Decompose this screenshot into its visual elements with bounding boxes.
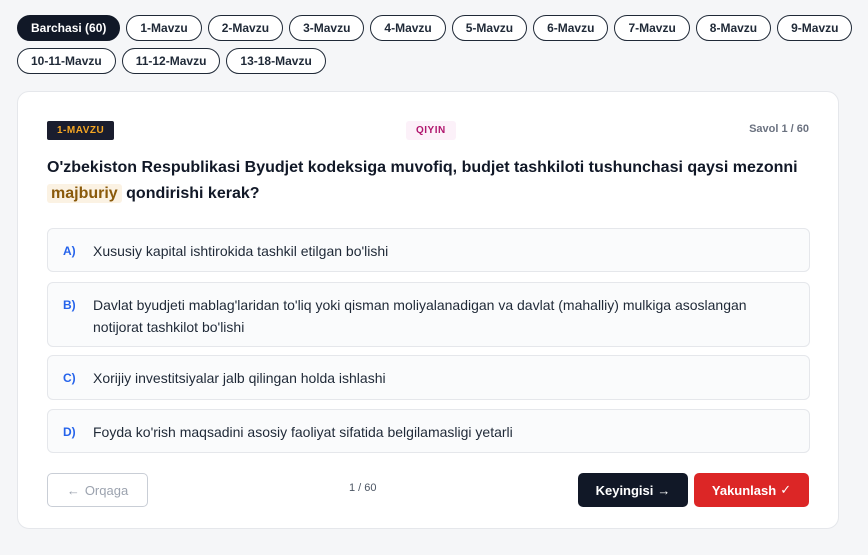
finish-button-label: Yakunlash [711,482,777,498]
filter-chip-mavzu-13-18[interactable]: 13-18-Mavzu [226,48,326,74]
filter-chip-mavzu-5[interactable]: 5-Mavzu [451,15,528,41]
question-highlight: majburiy [47,184,122,203]
next-button[interactable]: Keyingisi → [578,473,688,507]
finish-button[interactable]: Yakunlash ✓ [694,473,809,507]
option-text: Xususiy kapital ishtirokida tashkil etil… [93,243,389,259]
filter-chip-mavzu-8[interactable]: 8-Mavzu [695,15,772,41]
back-button[interactable]: ← Orqaga [47,473,148,507]
filter-chip-mavzu-9[interactable]: 9-Mavzu [777,15,853,41]
filter-chip-mavzu-1[interactable]: 1-Mavzu [126,15,202,41]
option-letter: B) [63,298,76,312]
difficulty-badge: QIYIN [406,121,456,140]
back-button-label: Orqaga [84,482,129,498]
filter-chip-mavzu-10-11[interactable]: 10-11-Mavzu [17,48,116,74]
question-text-start: O'zbekiston Respublikasi Byudjet kodeksi… [47,159,798,176]
topic-filter-bar: Barchasi (60) 1-Mavzu 2-Mavzu 3-Mavzu 4-… [17,15,857,74]
topic-badge: 1-MAVZU [47,121,115,140]
answer-option-a[interactable]: A) Xususiy kapital ishtirokida tashkil e… [47,228,810,272]
filter-chip-all[interactable]: Barchasi (60) [17,15,121,41]
answer-option-d[interactable]: D) Foyda ko'rish maqsadini asosiy faoliy… [47,409,810,453]
arrow-right-icon: → [657,482,671,498]
question-card: 1-MAVZU QIYIN Savol 1 / 60 O'zbekiston R… [17,91,839,529]
filter-chip-mavzu-11-12[interactable]: 11-12-Mavzu [121,48,221,74]
filter-chip-mavzu-4[interactable]: 4-Mavzu [370,15,446,41]
next-button-label: Keyingisi [595,482,654,498]
option-letter: D) [63,425,76,439]
question-text-end: qondirishi kerak? [126,185,260,202]
option-letter: C) [63,371,76,385]
filter-chip-mavzu-7[interactable]: 7-Mavzu [614,15,690,41]
filter-chip-mavzu-2[interactable]: 2-Mavzu [207,15,284,41]
page-indicator: 1 / 60 [349,482,377,494]
question-counter: Savol 1 / 60 [749,123,809,135]
option-text: Foyda ko'rish maqsadini asosiy faoliyat … [93,424,513,440]
question-text: O'zbekiston Respublikasi Byudjet kodeksi… [47,155,817,207]
checkmark-icon: ✓ [780,482,792,497]
arrow-left-icon: ← [66,482,80,498]
option-text: Davlat byudjeti mablag'laridan to'liq yo… [93,297,747,335]
answer-option-b[interactable]: B) Davlat byudjeti mablag'laridan to'liq… [47,282,810,347]
option-letter: A) [63,244,76,258]
option-text: Xorijiy investitsiyalar jalb qilingan ho… [93,370,386,386]
answer-option-c[interactable]: C) Xorijiy investitsiyalar jalb qilingan… [47,355,810,400]
filter-chip-mavzu-3[interactable]: 3-Mavzu [289,15,365,41]
filter-chip-mavzu-6[interactable]: 6-Mavzu [533,15,609,41]
